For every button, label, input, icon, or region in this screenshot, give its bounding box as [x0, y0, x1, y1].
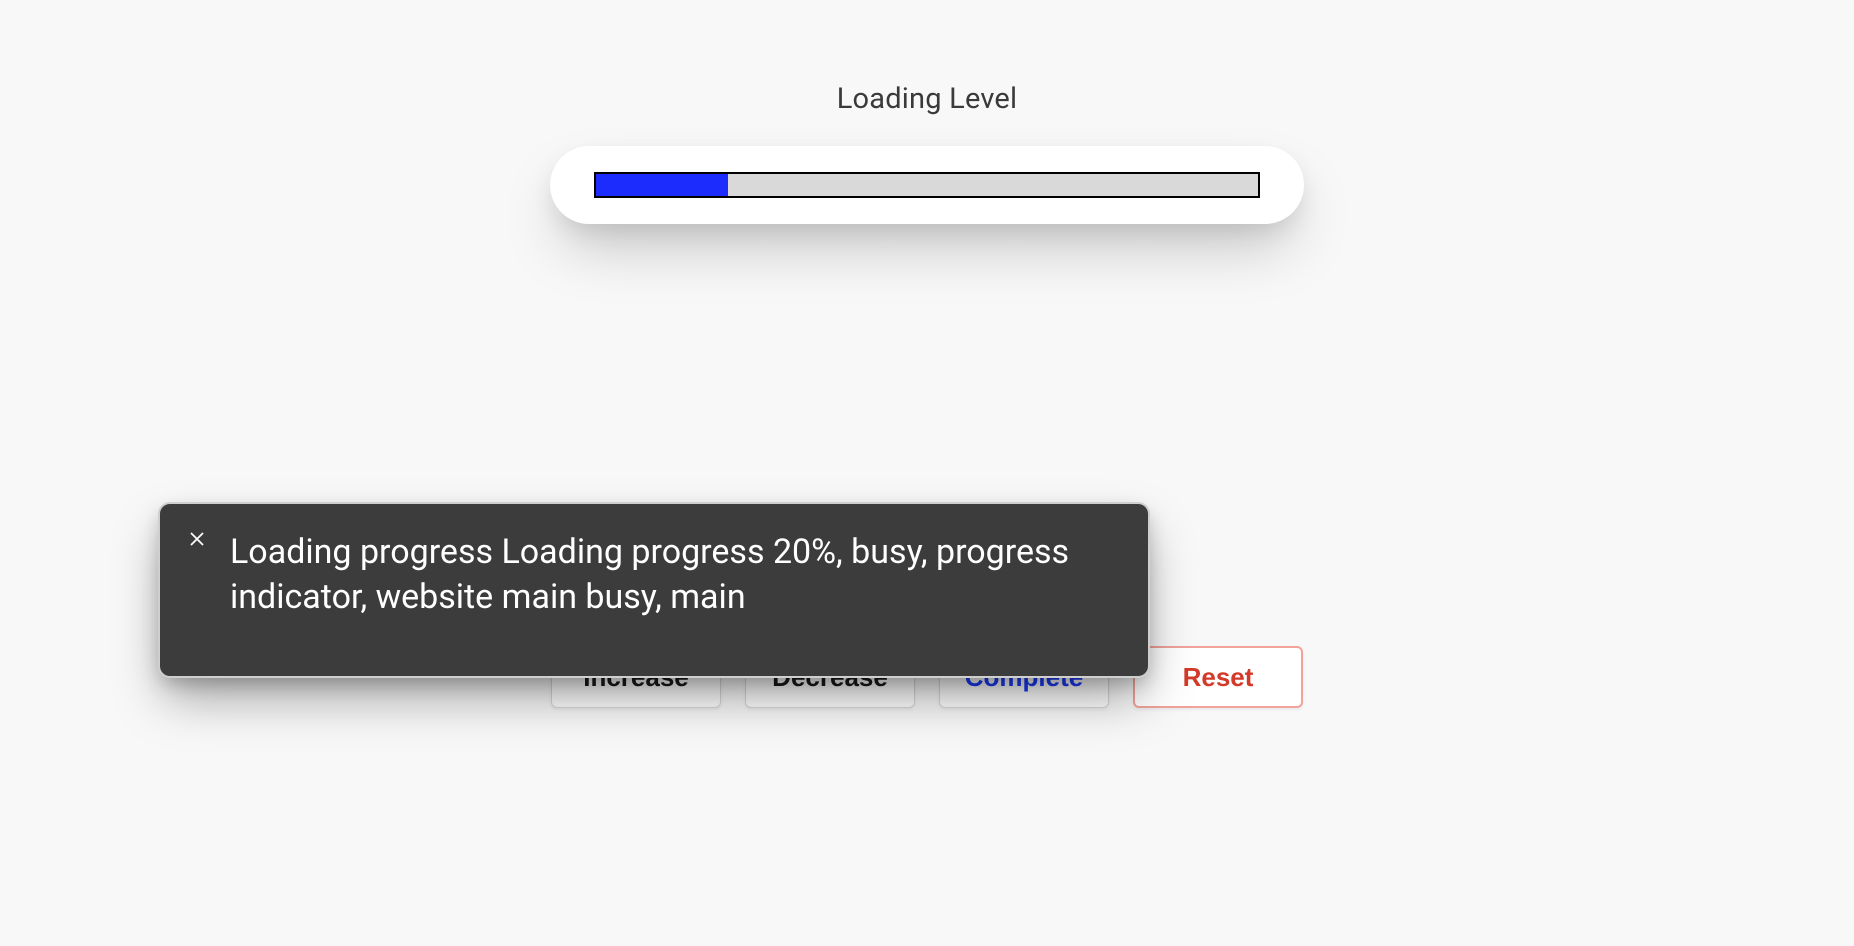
reset-button[interactable]: Reset: [1133, 646, 1303, 708]
close-icon: [188, 515, 206, 560]
accessibility-toast: Loading progress Loading progress 20%, b…: [158, 502, 1150, 678]
toast-close-button[interactable]: [182, 522, 212, 552]
page-title: Loading Level: [0, 82, 1854, 116]
app-stage: Loading Level Increase Decrease Complete…: [0, 0, 1854, 946]
progress-card: [550, 146, 1304, 224]
progress-track: [594, 172, 1260, 198]
progress-fill: [596, 174, 728, 196]
toast-message: Loading progress Loading progress 20%, b…: [230, 530, 1116, 620]
